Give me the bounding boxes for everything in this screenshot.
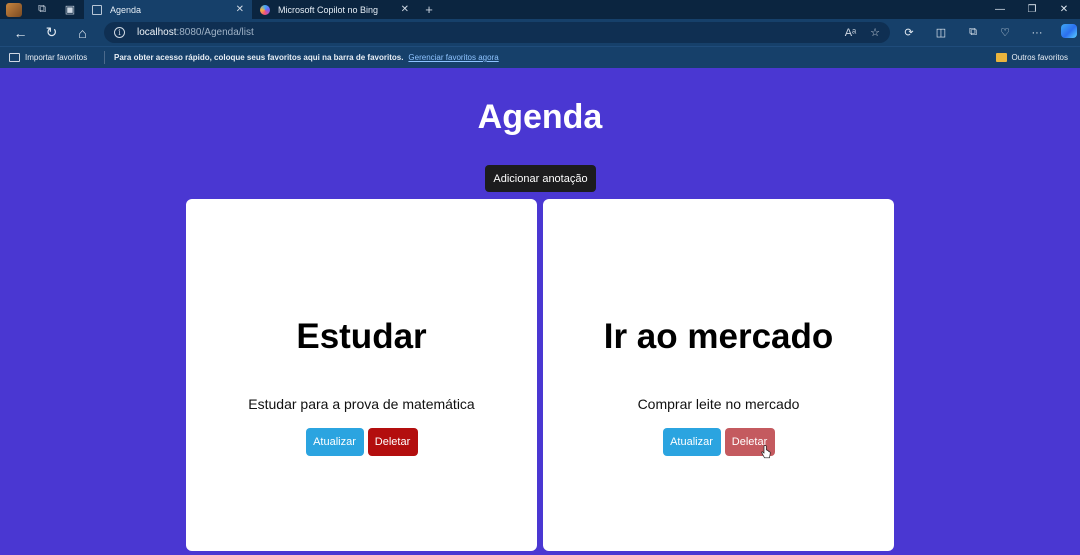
favorite-star-icon[interactable]: ☆ bbox=[870, 26, 880, 39]
note-card: Estudar Estudar para a prova de matemáti… bbox=[186, 199, 537, 551]
close-tab-icon[interactable]: ✕ bbox=[236, 4, 244, 15]
divider bbox=[104, 51, 105, 64]
tab-title: Agenda bbox=[110, 4, 142, 15]
import-icon bbox=[9, 53, 20, 62]
delete-button[interactable]: Deletar bbox=[367, 428, 418, 456]
browser-toolbar: ← ↻ ⌂ i localhost:8080/Agenda/list Aᵃ ☆ … bbox=[0, 19, 1080, 46]
browser-essentials-icon[interactable]: ♡ bbox=[989, 26, 1021, 39]
read-aloud-icon[interactable]: Aᵃ bbox=[845, 27, 856, 39]
copilot-sidebar-icon[interactable] bbox=[1053, 24, 1080, 41]
page-title: Agenda bbox=[477, 98, 603, 136]
favorites-bar: Importar favoritos Para obter acesso ráp… bbox=[0, 46, 1080, 68]
copilot-icon bbox=[260, 4, 270, 15]
minimize-icon[interactable]: — bbox=[984, 0, 1016, 19]
tab-agenda[interactable]: Agenda ✕ bbox=[84, 0, 252, 19]
close-tab-icon[interactable]: ✕ bbox=[401, 4, 409, 15]
site-info-icon[interactable]: i bbox=[114, 27, 125, 38]
note-title: Estudar bbox=[296, 317, 427, 356]
update-button[interactable]: Atualizar bbox=[305, 428, 364, 456]
close-window-icon[interactable]: ✕ bbox=[1048, 0, 1080, 19]
folder-icon bbox=[995, 53, 1007, 62]
browser-tab-strip: ⧉ ▣ Agenda ✕ Microsoft Copilot no Bing ✕… bbox=[0, 0, 1080, 19]
new-tab-button[interactable]: + bbox=[417, 2, 441, 17]
note-description: Estudar para a prova de matemática bbox=[248, 396, 475, 412]
document-icon bbox=[92, 4, 102, 15]
other-favorites-label: Outros favoritos bbox=[1011, 53, 1068, 62]
update-button[interactable]: Atualizar bbox=[662, 428, 721, 456]
refresh-icon[interactable]: ↻ bbox=[36, 19, 67, 46]
url-host: localhost bbox=[137, 27, 177, 38]
collections-icon[interactable]: ⧉ bbox=[957, 26, 989, 39]
home-icon[interactable]: ⌂ bbox=[67, 19, 98, 46]
page-content: Agenda Adicionar anotação Estudar Estuda… bbox=[0, 68, 1080, 555]
workspaces-icon[interactable]: ⧉ bbox=[28, 0, 56, 19]
url-path: :8080/Agenda/list bbox=[176, 27, 254, 38]
back-icon[interactable]: ← bbox=[5, 19, 36, 46]
import-favorites-button[interactable]: Importar favoritos bbox=[0, 53, 104, 62]
import-favorites-label: Importar favoritos bbox=[25, 53, 88, 62]
address-bar[interactable]: i localhost:8080/Agenda/list Aᵃ ☆ bbox=[104, 22, 890, 43]
other-favorites-button[interactable]: Outros favoritos bbox=[995, 47, 1068, 68]
restore-icon[interactable]: ❐ bbox=[1016, 0, 1048, 19]
note-card: Ir ao mercado Comprar leite no mercado A… bbox=[543, 199, 894, 551]
window-controls: — ❐ ✕ bbox=[984, 0, 1080, 19]
tab-copilot[interactable]: Microsoft Copilot no Bing ✕ bbox=[252, 0, 417, 19]
tab-title: Microsoft Copilot no Bing bbox=[278, 4, 379, 15]
extensions-icon[interactable]: ⟳ bbox=[893, 26, 925, 39]
manage-favorites-link[interactable]: Gerenciar favoritos agora bbox=[408, 53, 498, 62]
tab-actions-icon[interactable]: ▣ bbox=[56, 0, 84, 19]
note-description: Comprar leite no mercado bbox=[637, 396, 800, 412]
add-note-button[interactable]: Adicionar anotação bbox=[485, 165, 596, 192]
profile-avatar[interactable] bbox=[0, 0, 28, 19]
more-options-icon[interactable]: ··· bbox=[1021, 27, 1053, 39]
hand-cursor-icon bbox=[761, 445, 771, 459]
split-screen-icon[interactable]: ◫ bbox=[925, 26, 957, 39]
note-title: Ir ao mercado bbox=[603, 317, 834, 356]
favorites-message: Para obter acesso rápido, coloque seus f… bbox=[114, 53, 404, 62]
